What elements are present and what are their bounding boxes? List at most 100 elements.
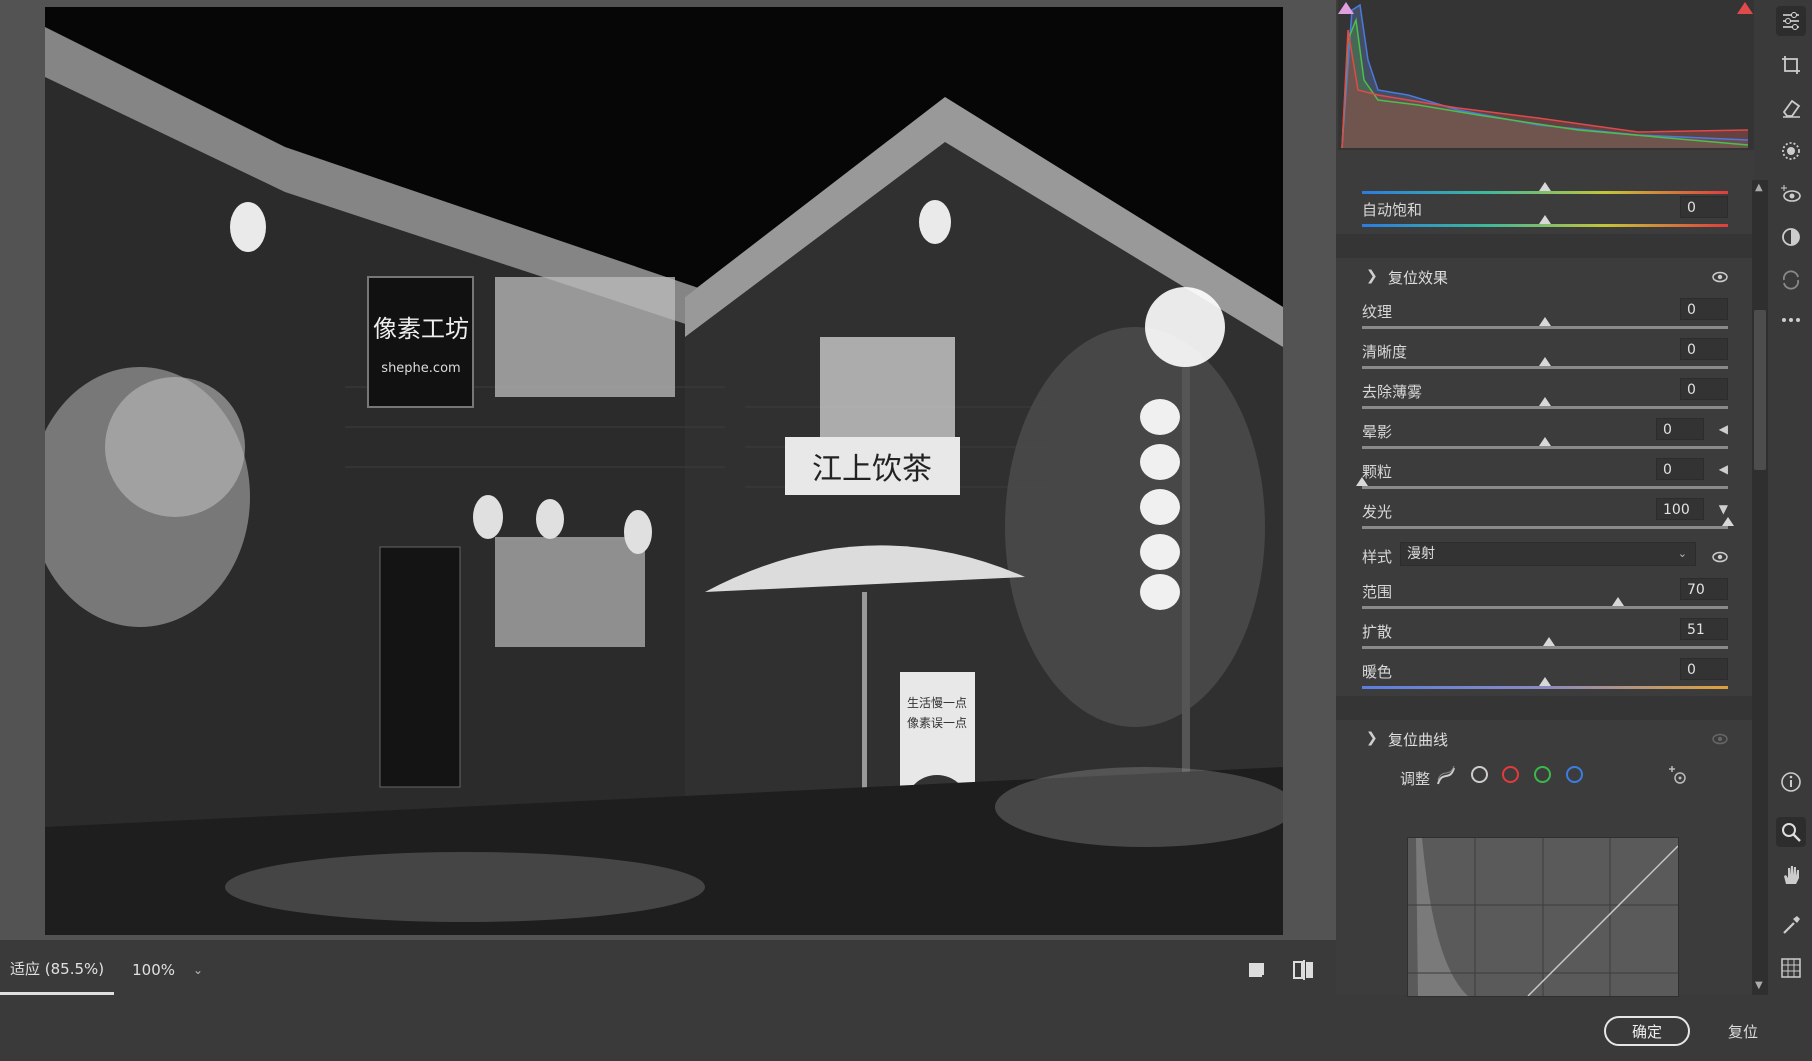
triangle-left-icon[interactable]: ◀ xyxy=(1719,422,1728,436)
vignette-slider-thumb[interactable] xyxy=(1539,437,1551,446)
range-slider-value[interactable]: 70 xyxy=(1680,578,1728,600)
vibrance-label: 自动饱和 xyxy=(1362,201,1423,219)
scroll-up-icon[interactable]: ▲ xyxy=(1755,182,1763,193)
glow-slider-row: 发光 100 ▼ xyxy=(1336,496,1754,536)
red-eye-icon[interactable] xyxy=(1776,179,1806,209)
curve-rgb-button[interactable] xyxy=(1471,766,1488,783)
grid-icon[interactable] xyxy=(1776,953,1806,983)
compare-view-icon[interactable] xyxy=(1290,957,1316,983)
vignette-slider-row: 晕影 0 ◀ xyxy=(1336,416,1754,456)
glow-slider-thumb[interactable] xyxy=(1722,517,1734,526)
edit-sliders-icon[interactable] xyxy=(1776,6,1806,36)
scrollbar-thumb[interactable] xyxy=(1754,310,1766,470)
zoom-100-button[interactable]: 100% xyxy=(114,945,185,995)
mask-icon[interactable] xyxy=(1776,136,1806,166)
range-slider-track[interactable] xyxy=(1362,597,1728,609)
diffuse-slider-thumb[interactable] xyxy=(1542,637,1555,646)
zoom-dropdown-icon[interactable]: ⌄ xyxy=(185,963,211,977)
warmth-slider-value[interactable]: 0 xyxy=(1680,658,1728,680)
curve-green-button[interactable] xyxy=(1534,766,1551,783)
photo-board-line2: 像素误一点 xyxy=(907,716,967,730)
texture-slider-track[interactable] xyxy=(1362,317,1728,329)
crop-icon[interactable] xyxy=(1776,50,1806,80)
texture-slider-row: 纹理 0 xyxy=(1336,296,1754,336)
triangle-down-icon[interactable]: ▼ xyxy=(1719,502,1728,516)
range-slider-thumb[interactable] xyxy=(1612,597,1625,606)
eyedropper-icon[interactable] xyxy=(1776,910,1806,940)
grain-slider-value[interactable]: 0 xyxy=(1656,458,1704,480)
target-adjust-icon[interactable] xyxy=(1666,764,1688,790)
saturation-thumb[interactable] xyxy=(1539,182,1551,191)
diffuse-slider-value[interactable]: 51 xyxy=(1680,618,1728,640)
dehaze-slider-thumb[interactable] xyxy=(1539,397,1551,406)
grain-slider-track[interactable] xyxy=(1356,477,1728,489)
vibrance-value[interactable]: 0 xyxy=(1680,196,1728,218)
glow-style-value: 漫射 xyxy=(1407,546,1435,562)
glow-style-select[interactable]: 漫射 ⌄ xyxy=(1400,542,1696,566)
zoom-fit-button[interactable]: 适应 (85.5%) xyxy=(0,945,115,995)
glow-slider-label: 发光 xyxy=(1362,503,1393,521)
eye-icon[interactable] xyxy=(1712,269,1728,287)
eraser-icon[interactable] xyxy=(1776,93,1806,123)
clarity-slider-row: 清晰度 0 xyxy=(1336,336,1754,376)
hand-icon[interactable] xyxy=(1776,860,1806,890)
chevron-down-icon[interactable]: ❯ xyxy=(1366,268,1378,284)
clarity-slider-thumb[interactable] xyxy=(1539,357,1551,366)
clarity-slider-value[interactable]: 0 xyxy=(1680,338,1728,360)
curves-section-title: 复位曲线 xyxy=(1388,731,1449,749)
chevron-down-icon[interactable]: ❯ xyxy=(1366,730,1378,746)
vignette-slider-value[interactable]: 0 xyxy=(1656,418,1704,440)
curve-blue-button[interactable] xyxy=(1566,766,1583,783)
triangle-left-icon[interactable]: ◀ xyxy=(1719,462,1728,476)
preview-photo[interactable]: 像素工坊 shephe.com 江上饮茶 生活慢一点 像素误一点 xyxy=(45,7,1283,935)
tool-strip xyxy=(1770,0,1812,995)
warmth-slider-row: 暖色 0 xyxy=(1336,656,1754,696)
eye-icon[interactable] xyxy=(1712,549,1728,567)
dehaze-slider-value[interactable]: 0 xyxy=(1680,378,1728,400)
dehaze-slider-label: 去除薄雾 xyxy=(1362,383,1423,401)
curve-adjust-label: 调整 xyxy=(1400,770,1431,788)
presets-icon[interactable] xyxy=(1776,222,1806,252)
vignette-slider-label: 晕影 xyxy=(1362,423,1393,441)
texture-slider-thumb[interactable] xyxy=(1539,317,1551,326)
diffuse-slider-label: 扩散 xyxy=(1362,623,1393,641)
warmth-slider-thumb[interactable] xyxy=(1539,677,1551,686)
glow-style-row: 样式 漫射 ⌄ xyxy=(1336,536,1754,576)
snapshot-icon[interactable] xyxy=(1776,265,1806,295)
effects-section-header[interactable]: ❯ 复位效果 xyxy=(1336,258,1754,296)
curve-red-button[interactable] xyxy=(1502,766,1519,783)
parametric-curve-icon[interactable] xyxy=(1436,765,1456,790)
info-icon[interactable] xyxy=(1776,767,1806,797)
saturation-slider-row xyxy=(1336,180,1754,194)
curve-graph[interactable] xyxy=(1407,837,1679,997)
range-slider-label: 范围 xyxy=(1362,583,1393,601)
effects-section-title: 复位效果 xyxy=(1388,269,1449,287)
diffuse-slider-row: 扩散 51 xyxy=(1336,616,1754,656)
ok-button[interactable]: 确定 xyxy=(1604,1016,1690,1046)
scroll-down-icon[interactable]: ▼ xyxy=(1755,980,1763,991)
grain-slider-thumb[interactable] xyxy=(1356,477,1368,486)
glow-slider-track[interactable] xyxy=(1362,517,1734,529)
vibrance-track[interactable] xyxy=(1362,215,1728,227)
section-divider xyxy=(1336,234,1754,258)
photo-illustration: 像素工坊 shephe.com 江上饮茶 生活慢一点 像素误一点 xyxy=(45,7,1283,935)
zoom-icon[interactable] xyxy=(1776,817,1806,847)
glow-slider-value[interactable]: 100 xyxy=(1656,498,1704,520)
reset-button[interactable]: 复位 xyxy=(1728,1021,1758,1042)
diffuse-slider-track[interactable] xyxy=(1362,637,1728,649)
warmth-slider-label: 暖色 xyxy=(1362,663,1393,681)
section-divider xyxy=(1336,696,1754,720)
photo-sign-url: shephe.com xyxy=(381,361,460,376)
panel-scrollbar[interactable]: ▲ ▼ xyxy=(1752,180,1768,995)
vignette-slider-track[interactable] xyxy=(1362,437,1728,449)
vibrance-thumb[interactable] xyxy=(1539,215,1551,224)
more-icon[interactable] xyxy=(1776,305,1806,335)
dehaze-slider-track[interactable] xyxy=(1362,397,1728,409)
eye-icon[interactable] xyxy=(1712,731,1728,749)
curve-tools: 调整 xyxy=(1336,758,1754,802)
texture-slider-value[interactable]: 0 xyxy=(1680,298,1728,320)
clarity-slider-track[interactable] xyxy=(1362,357,1728,369)
warmth-slider-track[interactable] xyxy=(1362,677,1728,689)
single-view-icon[interactable] xyxy=(1244,957,1270,983)
curves-section-header[interactable]: ❯ 复位曲线 xyxy=(1336,720,1754,758)
